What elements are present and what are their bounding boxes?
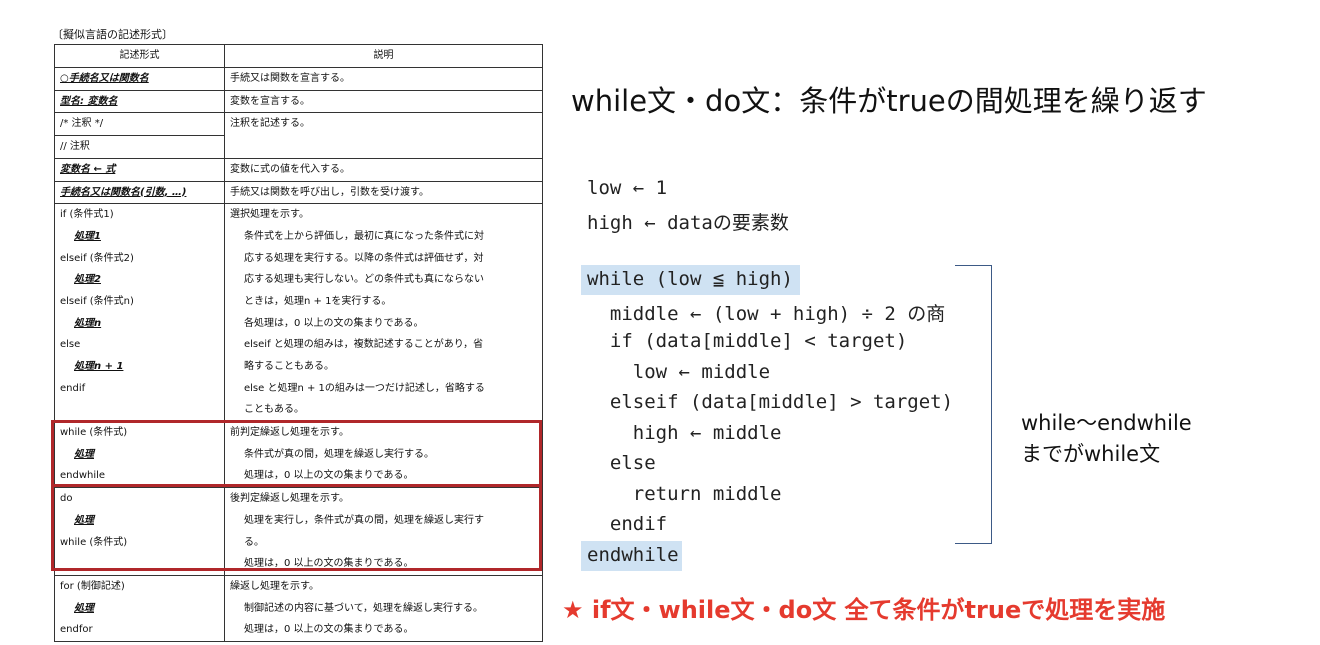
desc-line: 制御記述の内容に基づいて，処理を繰返し実行する。 <box>244 602 483 614</box>
table-row-if: if (条件式1) 処理1 elseif (条件式2) 処理2 elseif (… <box>54 203 543 423</box>
desc-line: こともある。 <box>244 404 304 416</box>
code-line: return middle <box>587 483 782 505</box>
row-desc: 手続又は関数を呼び出し，引数を受け渡す。 <box>224 180 543 205</box>
row-form: ○手続名又は関数名 <box>54 67 225 91</box>
summary-line: ★ if文・while文・do文 全て条件がtrueで処理を実施 <box>562 596 1166 624</box>
desc-line: 繰返し処理を示す。 <box>230 580 319 592</box>
code-line: endwhile <box>587 544 679 566</box>
form-line: else <box>60 339 81 351</box>
code-line: endif <box>587 513 668 535</box>
form-line: elseif (条件式2) <box>60 252 134 264</box>
table-row-for: for (制御記述) 処理 endfor 繰返し処理を示す。 制御記述の内容に基… <box>54 574 543 642</box>
form-line: 処理1 <box>74 230 101 242</box>
code-line: while (low ≦ high) <box>587 268 793 290</box>
form-line: endfor <box>60 624 93 636</box>
desc-line: 条件式を上から評価し，最初に真になった条件式に対 <box>244 230 484 242</box>
code-line: elseif (data[middle] > target) <box>587 391 954 413</box>
code-line: middle ← (low + high) ÷ 2 の商 <box>587 303 946 325</box>
row-desc: 手続又は関数を宣言する。 <box>224 67 543 91</box>
table-row: ○手続名又は関数名 手続又は関数を宣言する。 <box>54 67 543 91</box>
desc-line: 略することもある。 <box>244 361 334 373</box>
while-do-highlight-box <box>51 420 542 571</box>
bracket-note-line: までがwhile文 <box>1021 442 1161 466</box>
desc-line: elseif と処理の組みは，複数記述することがあり，省 <box>244 339 484 351</box>
form-line: 処理n <box>74 317 102 329</box>
code-line: if (data[middle] < target) <box>587 330 908 352</box>
code-line: low ← middle <box>587 361 771 383</box>
row-desc: 注釈を記述する。 <box>224 112 543 159</box>
row-desc: 変数を宣言する。 <box>224 89 543 114</box>
desc-line: 応する処理も実行しない。どの条件式も真にならない <box>244 274 484 286</box>
row-form-if: if (条件式1) 処理1 elseif (条件式2) 処理2 elseif (… <box>54 203 225 423</box>
form-line: elseif (条件式n) <box>60 295 134 307</box>
form-line: if (条件式1) <box>60 209 114 221</box>
header-format: 記述形式 <box>54 44 225 68</box>
form-line: for (制御記述) <box>60 580 125 592</box>
slide-title: while文・do文：条件がtrueの間処理を繰り返す <box>571 84 1207 118</box>
code-line: else <box>587 452 656 474</box>
desc-line: 選択処理を示す。 <box>230 209 309 221</box>
table-row: 変数名 ← 式 変数に式の値を代入する。 <box>54 157 543 182</box>
desc-line: 各処理は，0 以上の文の集まりである。 <box>244 317 424 329</box>
code-line: high ← middle <box>587 422 782 444</box>
table-row: 型名: 変数名 変数を宣言する。 <box>54 89 543 114</box>
table-caption: 〔擬似言語の記述形式〕 <box>52 28 173 41</box>
table-row: 手続名又は関数名(引数, …) 手続又は関数を呼び出し，引数を受け渡す。 <box>54 180 543 205</box>
form-line: 処理n + 1 <box>74 361 124 373</box>
code-line: high ← dataの要素数 <box>587 212 789 234</box>
form-line: 処理 <box>74 602 94 614</box>
desc-line: 処理は，0 以上の文の集まりである。 <box>244 624 414 636</box>
code-line: low ← 1 <box>587 177 668 199</box>
row-form: // 注釈 <box>54 135 225 159</box>
row-form: /* 注釈 */ <box>54 112 225 137</box>
row-form: 手続名又は関数名(引数, …) <box>54 180 225 205</box>
row-form: 型名: 変数名 <box>54 89 225 114</box>
while-do-highlight-divider <box>51 484 542 487</box>
table-header-row: 記述形式 説明 <box>54 44 543 68</box>
desc-line: 応する処理を実行する。以降の条件式は評価せず，対 <box>244 252 484 264</box>
table-row: /* 注釈 */ 注釈を記述する。 <box>54 112 543 159</box>
row-desc-if: 選択処理を示す。 条件式を上から評価し，最初に真になった条件式に対 応する処理を… <box>224 203 543 423</box>
desc-line: else と処理n + 1の組みは一つだけ記述し，省略する <box>244 382 485 394</box>
bracket-note-line: while～endwhile <box>1021 411 1192 435</box>
form-line: 処理2 <box>74 274 101 286</box>
form-line: endif <box>60 382 86 394</box>
row-desc-for: 繰返し処理を示す。 制御記述の内容に基づいて，処理を繰返し実行する。 処理は，0… <box>224 574 543 642</box>
while-scope-bracket <box>955 265 992 544</box>
header-description: 説明 <box>224 44 543 68</box>
desc-line: ときは，処理n + 1を実行する。 <box>244 295 392 307</box>
row-form-for: for (制御記述) 処理 endfor <box>54 574 225 642</box>
row-form: 変数名 ← 式 <box>54 157 225 182</box>
row-desc: 変数に式の値を代入する。 <box>224 157 543 182</box>
